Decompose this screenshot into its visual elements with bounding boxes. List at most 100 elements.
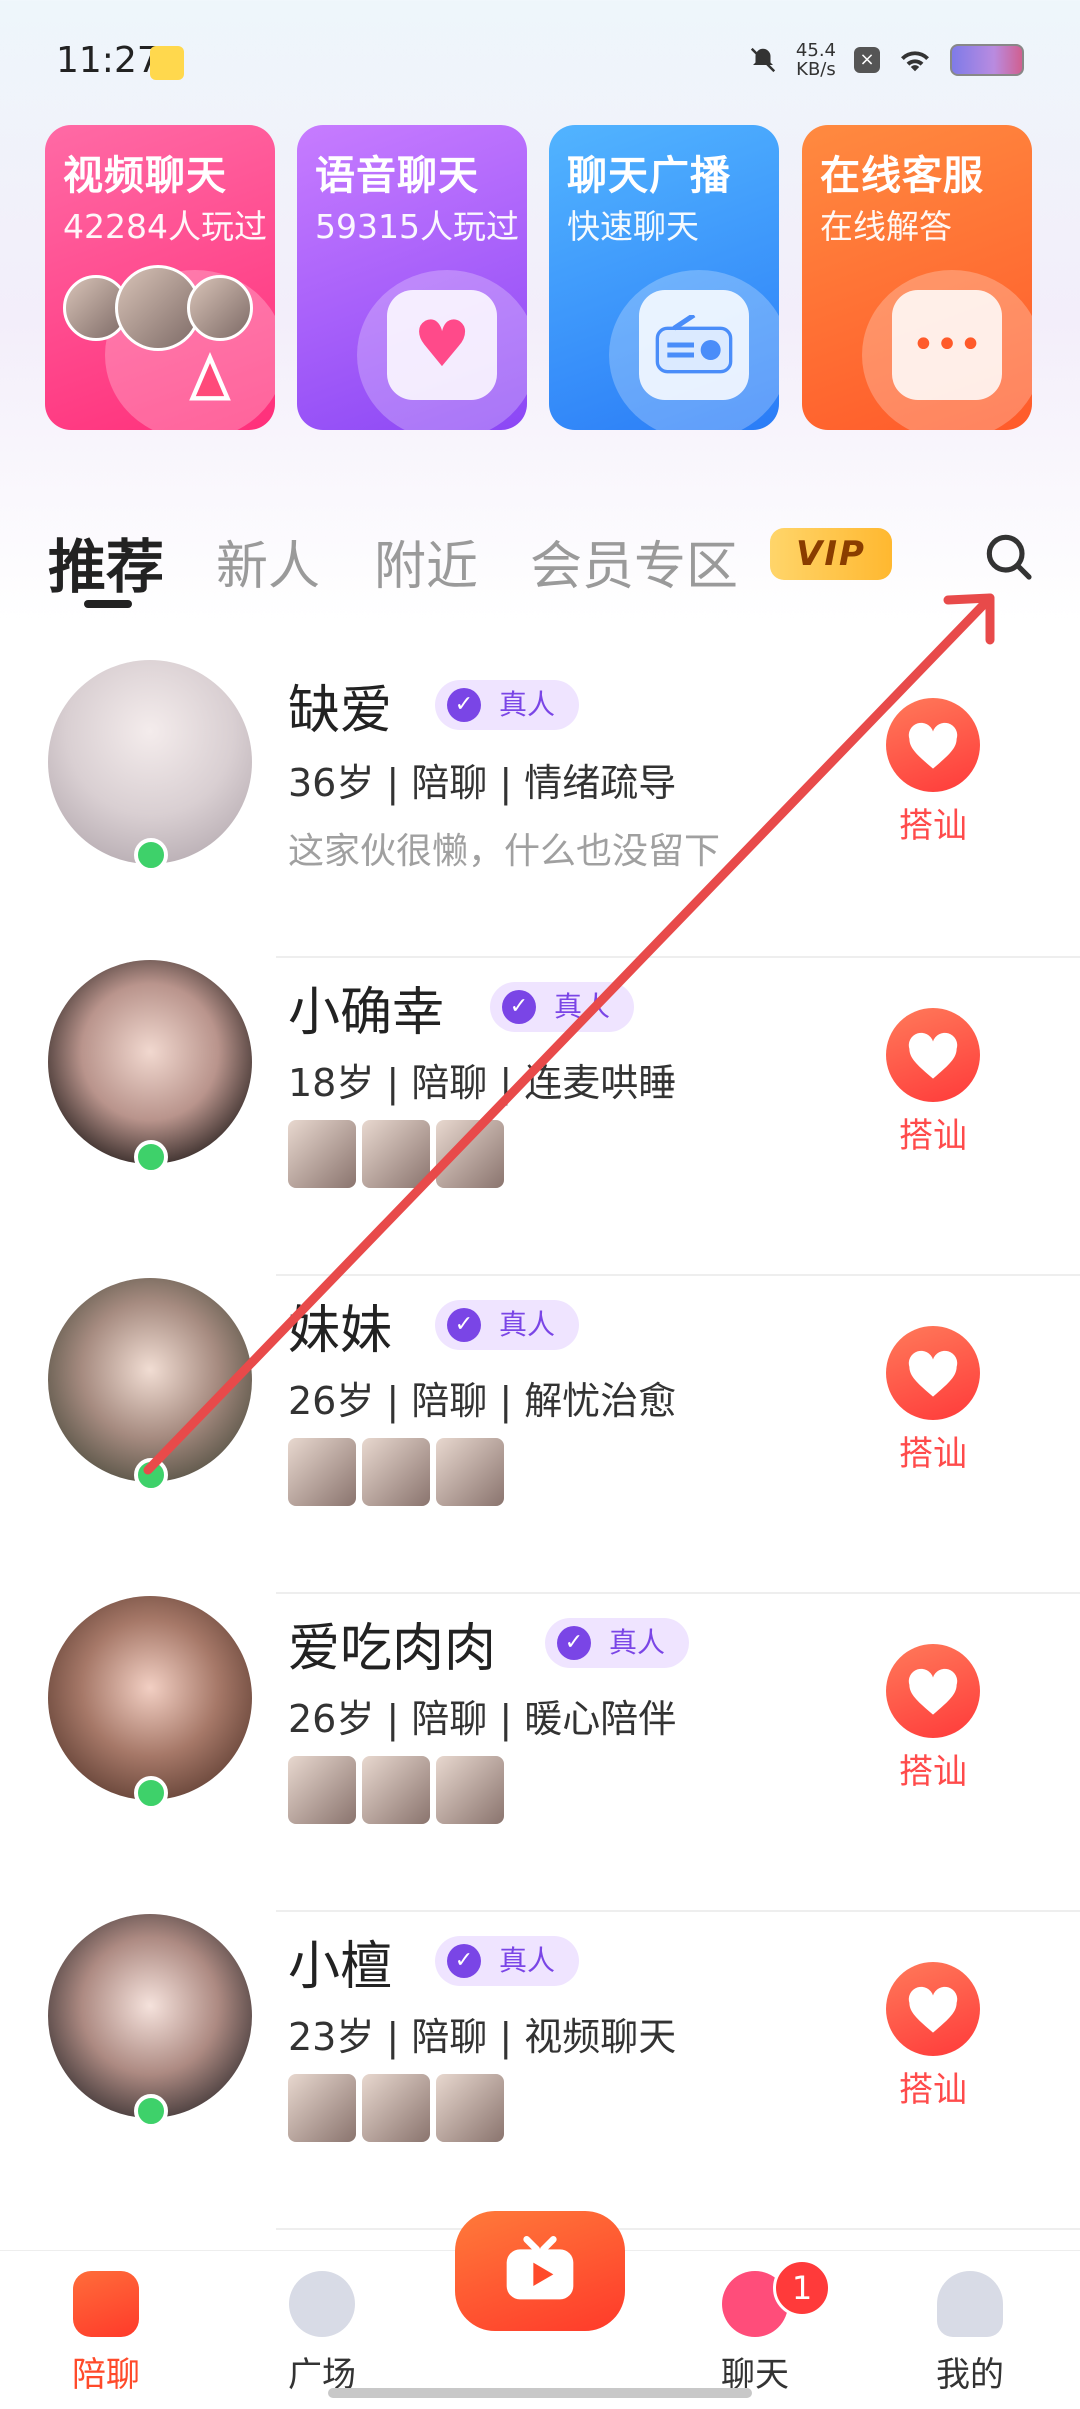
nav-mine[interactable]: 我的 <box>910 2271 1030 2396</box>
greet-button[interactable]: 搭讪 <box>885 1644 981 1793</box>
wifi-icon <box>901 51 929 72</box>
nav-plaza[interactable]: 广场 <box>262 2271 382 2396</box>
home-indicator[interactable] <box>328 2388 752 2398</box>
photo-thumbnail[interactable] <box>288 1756 356 1824</box>
photo-thumbnail[interactable] <box>436 2074 504 2142</box>
online-indicator <box>134 1458 168 1492</box>
user-info: 23岁 | 陪聊 | 视频聊天 <box>288 2015 677 2059</box>
check-icon: ✓ <box>447 1308 481 1342</box>
heart-icon <box>886 1008 980 1102</box>
heart-icon <box>886 1962 980 2056</box>
headset-chat-icon: ••• <box>892 290 1002 400</box>
battery-icon <box>950 44 1024 76</box>
user-name: 小檀 <box>288 1937 393 1997</box>
photo-thumbnail[interactable] <box>362 1438 430 1506</box>
list-item[interactable]: 爱吃肉肉 ✓ 真人 26岁 | 陪聊 | 暖心陪伴 搭讪 <box>0 1594 1080 1912</box>
list-item[interactable]: 小确幸 ✓ 真人 18岁 | 陪聊 | 连麦哄睡 搭讪 <box>0 958 1080 1276</box>
voice-chat-card[interactable]: 语音聊天 59315人玩过 ♥ <box>297 125 527 430</box>
video-chat-card[interactable]: 视频聊天 42284人玩过 <box>45 125 275 430</box>
chat-broadcast-card[interactable]: 聊天广播 快速聊天 <box>549 125 779 430</box>
radio-icon <box>639 290 749 400</box>
online-indicator <box>134 838 168 872</box>
photo-thumbnail[interactable] <box>288 1120 356 1188</box>
photo-thumbnail[interactable] <box>436 1756 504 1824</box>
verified-badge: ✓ 真人 <box>545 1618 690 1668</box>
user-info: 36岁 | 陪聊 | 情绪疏导 <box>288 761 677 805</box>
bottom-nav: 陪聊 广场 1 聊天 我的 <box>0 2211 1080 2409</box>
nav-chat[interactable]: 1 聊天 <box>695 2259 831 2396</box>
user-info: 26岁 | 陪聊 | 解忧治愈 <box>288 1379 677 1423</box>
planet-icon <box>289 2271 355 2337</box>
list-item[interactable]: 缺爱 ✓ 真人 36岁 | 陪聊 | 情绪疏导 这家伙很懒，什么也没留下 搭讪 <box>0 640 1080 958</box>
photo-thumbnails <box>288 1756 504 1824</box>
user-info: 26岁 | 陪聊 | 暖心陪伴 <box>288 1697 677 1741</box>
online-indicator <box>134 2094 168 2128</box>
customer-service-card[interactable]: 在线客服 在线解答 ••• <box>802 125 1032 430</box>
phone-heart-icon: ♥ <box>387 290 497 400</box>
x-app-icon: × <box>854 47 880 73</box>
active-tab-indicator <box>84 600 132 608</box>
verified-badge: ✓ 真人 <box>435 1936 580 1986</box>
tv-play-icon <box>506 2236 574 2300</box>
photo-thumbnails <box>288 2074 504 2142</box>
avatar <box>187 275 253 341</box>
vip-badge: VIP <box>770 528 892 580</box>
online-indicator <box>134 1140 168 1174</box>
photo-thumbnail[interactable] <box>362 1120 430 1188</box>
greet-button[interactable]: 搭讪 <box>885 698 981 847</box>
app-notification-icon <box>150 46 184 80</box>
status-bar: 11:27 45.4 KB/s × <box>0 0 1080 120</box>
photo-thumbnail[interactable] <box>288 2074 356 2142</box>
tab-recommend[interactable]: 推荐 <box>48 520 164 604</box>
heart-icon <box>886 1326 980 1420</box>
photo-thumbnails <box>288 1120 504 1188</box>
heart-icon <box>886 1644 980 1738</box>
greet-button[interactable]: 搭讪 <box>885 1962 981 2111</box>
category-tabs: 推荐 新人 附近 会员专区 VIP <box>48 520 1038 620</box>
user-name: 妹妹 <box>288 1301 393 1361</box>
avatar[interactable] <box>48 1596 252 1800</box>
network-speed: 45.4 KB/s <box>795 40 836 80</box>
greet-button[interactable]: 搭讪 <box>885 1326 981 1475</box>
list-item[interactable]: 妹妹 ✓ 真人 26岁 | 陪聊 | 解忧治愈 搭讪 <box>0 1276 1080 1594</box>
greet-button[interactable]: 搭讪 <box>885 1008 981 1157</box>
check-icon: ✓ <box>447 1944 481 1978</box>
feature-cards: 视频聊天 42284人玩过 语音聊天 59315人玩过 ♥ 聊天广播 快速聊天 <box>45 125 1035 435</box>
status-time: 11:27 <box>56 40 160 81</box>
list-item[interactable]: 小檀 ✓ 真人 23岁 | 陪聊 | 视频聊天 搭讪 <box>0 1912 1080 2230</box>
bell-muted-icon <box>750 47 776 73</box>
live-tv-button[interactable] <box>455 2211 625 2331</box>
photo-thumbnail[interactable] <box>362 2074 430 2142</box>
avatar[interactable] <box>48 660 252 864</box>
home-icon <box>73 2271 139 2337</box>
user-name: 爱吃肉肉 <box>288 1619 497 1679</box>
user-name: 小确幸 <box>288 983 445 1043</box>
verified-badge: ✓ 真人 <box>490 982 635 1032</box>
check-icon: ✓ <box>447 688 481 722</box>
photo-thumbnail[interactable] <box>436 1438 504 1506</box>
photo-thumbnail[interactable] <box>288 1438 356 1506</box>
play-icon <box>189 351 231 401</box>
online-indicator <box>134 1776 168 1810</box>
user-info: 18岁 | 陪聊 | 连麦哄睡 <box>288 1061 677 1105</box>
photo-thumbnails <box>288 1438 504 1506</box>
photo-thumbnail[interactable] <box>436 1120 504 1188</box>
heart-icon <box>886 698 980 792</box>
profile-icon <box>937 2271 1003 2337</box>
verified-badge: ✓ 真人 <box>435 680 580 730</box>
tab-nearby[interactable]: 附近 <box>374 524 478 599</box>
tab-new[interactable]: 新人 <box>216 524 320 599</box>
check-icon: ✓ <box>557 1626 591 1660</box>
check-icon: ✓ <box>502 990 536 1024</box>
unread-badge: 1 <box>773 2259 831 2317</box>
avatar[interactable] <box>48 1914 252 2118</box>
tab-vip-zone[interactable]: 会员专区 <box>530 524 738 599</box>
avatar[interactable] <box>48 1278 252 1482</box>
nav-companion[interactable]: 陪聊 <box>46 2271 166 2396</box>
user-name: 缺爱 <box>288 681 393 741</box>
avatar[interactable] <box>48 960 252 1164</box>
photo-thumbnail[interactable] <box>362 1756 430 1824</box>
search-icon[interactable] <box>980 528 1036 584</box>
user-bio: 这家伙很懒，什么也没留下 <box>288 831 721 872</box>
verified-badge: ✓ 真人 <box>435 1300 580 1350</box>
